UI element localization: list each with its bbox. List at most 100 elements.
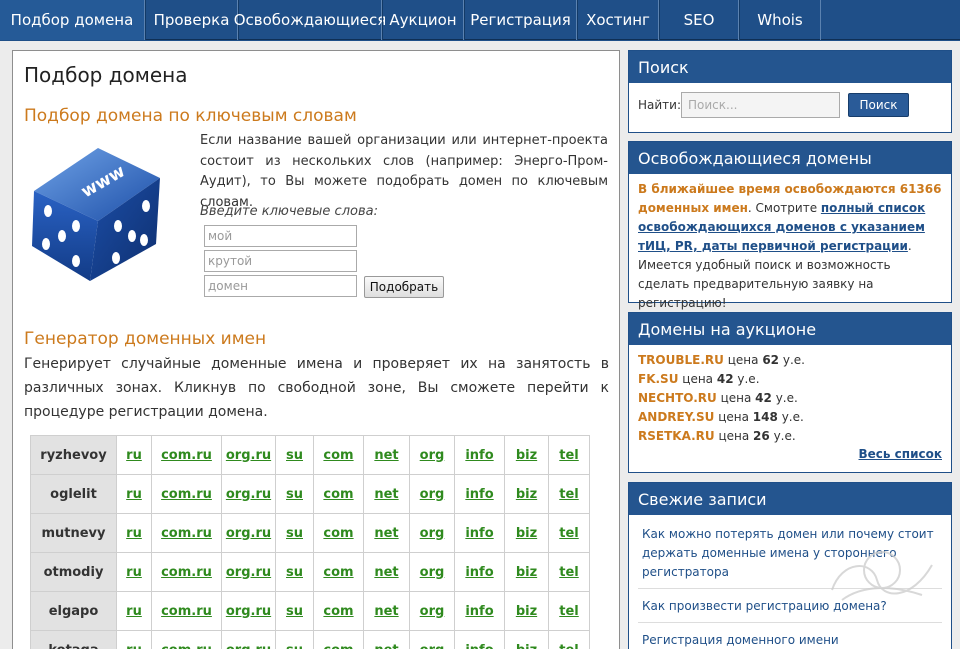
zone-link-org[interactable]: org (420, 448, 445, 463)
free-domains-box: Освобождающиеся домены В ближайшее время… (628, 141, 952, 310)
auction-domain-link[interactable]: NECHTO.RU (638, 391, 717, 405)
zone-link-tel[interactable]: tel (559, 565, 579, 580)
search-button[interactable]: Поиск (848, 93, 909, 117)
auction-domain-link[interactable]: RSETKA.RU (638, 429, 715, 443)
www-dice-icon: www (32, 148, 160, 281)
zone-link-info[interactable]: info (465, 643, 493, 649)
zone-link-net[interactable]: net (374, 643, 398, 649)
auction-price: 42 (716, 372, 734, 386)
zone-link-com-ru[interactable]: com.ru (161, 487, 212, 502)
zone-link-info[interactable]: info (465, 604, 493, 619)
post-link-2[interactable]: Регистрация доменного имени (638, 623, 942, 649)
zone-cell: org.ru (221, 435, 276, 475)
keywords-label: Введите ключевые слова: (200, 204, 378, 219)
zone-link-su[interactable]: su (286, 565, 303, 580)
zone-link-tel[interactable]: tel (559, 526, 579, 541)
zone-link-su[interactable]: su (286, 604, 303, 619)
zone-link-net[interactable]: net (374, 487, 398, 502)
zone-cell: info (454, 513, 505, 553)
zone-link-tel[interactable]: tel (559, 604, 579, 619)
zone-cell: org (409, 630, 455, 649)
nav-item-1[interactable]: Проверка (145, 0, 238, 40)
zone-link-su[interactable]: su (286, 448, 303, 463)
zone-link-biz[interactable]: biz (516, 487, 537, 502)
zone-link-net[interactable]: net (374, 448, 398, 463)
zone-link-org-ru[interactable]: org.ru (226, 643, 271, 649)
auction-domain-link[interactable]: ANDREY.SU (638, 410, 714, 424)
zone-link-org-ru[interactable]: org.ru (226, 448, 271, 463)
zone-link-ru[interactable]: ru (126, 487, 142, 502)
zone-link-com-ru[interactable]: com.ru (161, 448, 212, 463)
zone-cell: com (313, 435, 364, 475)
keyword-input-2[interactable] (204, 250, 357, 272)
zone-link-biz[interactable]: biz (516, 604, 537, 619)
nav-item-5[interactable]: Хостинг (577, 0, 659, 40)
zone-link-com-ru[interactable]: com.ru (161, 526, 212, 541)
zone-link-org-ru[interactable]: org.ru (226, 487, 271, 502)
zone-link-org[interactable]: org (420, 526, 445, 541)
zone-link-ru[interactable]: ru (126, 526, 142, 541)
nav-item-7[interactable]: Whois (739, 0, 821, 40)
auction-all-list-link[interactable]: Весь список (859, 447, 942, 461)
nav-item-0[interactable]: Подбор домена (0, 0, 145, 40)
zone-link-tel[interactable]: tel (559, 643, 579, 649)
zone-link-com-ru[interactable]: com.ru (161, 604, 212, 619)
zone-link-org[interactable]: org (420, 604, 445, 619)
zone-link-com-ru[interactable]: com.ru (161, 643, 212, 649)
zone-link-biz[interactable]: biz (516, 643, 537, 649)
zone-link-com[interactable]: com (323, 565, 353, 580)
zone-link-tel[interactable]: tel (559, 448, 579, 463)
auction-price-word: цена (718, 410, 749, 424)
zone-link-org-ru[interactable]: org.ru (226, 565, 271, 580)
pick-domain-button[interactable]: Подобрать (364, 276, 444, 298)
zone-link-com[interactable]: com (323, 448, 353, 463)
zone-link-org-ru[interactable]: org.ru (226, 526, 271, 541)
auction-domain-link[interactable]: TROUBLE.RU (638, 353, 724, 367)
zone-link-org[interactable]: org (420, 487, 445, 502)
nav-item-3[interactable]: Аукцион (382, 0, 464, 40)
keyword-input-3[interactable] (204, 275, 357, 297)
zone-link-ru[interactable]: ru (126, 448, 142, 463)
zone-link-net[interactable]: net (374, 565, 398, 580)
zone-link-su[interactable]: su (286, 487, 303, 502)
zone-cell: org.ru (221, 630, 276, 649)
zone-link-info[interactable]: info (465, 526, 493, 541)
zone-cell: com.ru (151, 630, 222, 649)
zone-cell: su (275, 474, 314, 514)
zone-link-ru[interactable]: ru (126, 643, 142, 649)
search-input[interactable] (681, 92, 840, 118)
nav-item-2[interactable]: Освобождающиеся (234, 0, 386, 40)
zone-link-org[interactable]: org (420, 565, 445, 580)
zone-link-net[interactable]: net (374, 526, 398, 541)
zone-link-net[interactable]: net (374, 604, 398, 619)
auction-price: 148 (752, 410, 778, 424)
zone-link-org-ru[interactable]: org.ru (226, 604, 271, 619)
zone-link-su[interactable]: su (286, 643, 303, 649)
zone-link-ru[interactable]: ru (126, 565, 142, 580)
zone-link-tel[interactable]: tel (559, 487, 579, 502)
zone-link-com[interactable]: com (323, 604, 353, 619)
zone-link-biz[interactable]: biz (516, 526, 537, 541)
zone-link-com[interactable]: com (323, 643, 353, 649)
zone-link-com[interactable]: com (323, 526, 353, 541)
auction-domain-link[interactable]: FK.SU (638, 372, 678, 386)
zone-cell: org (409, 513, 455, 553)
zone-link-biz[interactable]: biz (516, 565, 537, 580)
zone-link-com-ru[interactable]: com.ru (161, 565, 212, 580)
zone-link-info[interactable]: info (465, 565, 493, 580)
zone-link-com[interactable]: com (323, 487, 353, 502)
auction-price: 42 (755, 391, 772, 405)
zone-cell: com (313, 474, 364, 514)
zone-link-info[interactable]: info (465, 487, 493, 502)
zone-cell: tel (548, 591, 590, 631)
zone-link-biz[interactable]: biz (516, 448, 537, 463)
keyword-input-1[interactable] (204, 225, 357, 247)
zone-cell: net (363, 435, 410, 475)
zone-link-su[interactable]: su (286, 526, 303, 541)
nav-item-6[interactable]: SEO (659, 0, 739, 40)
zone-cell: su (275, 591, 314, 631)
zone-link-info[interactable]: info (465, 448, 493, 463)
zone-link-ru[interactable]: ru (126, 604, 142, 619)
zone-link-org[interactable]: org (420, 643, 445, 649)
nav-item-4[interactable]: Регистрация (464, 0, 577, 40)
